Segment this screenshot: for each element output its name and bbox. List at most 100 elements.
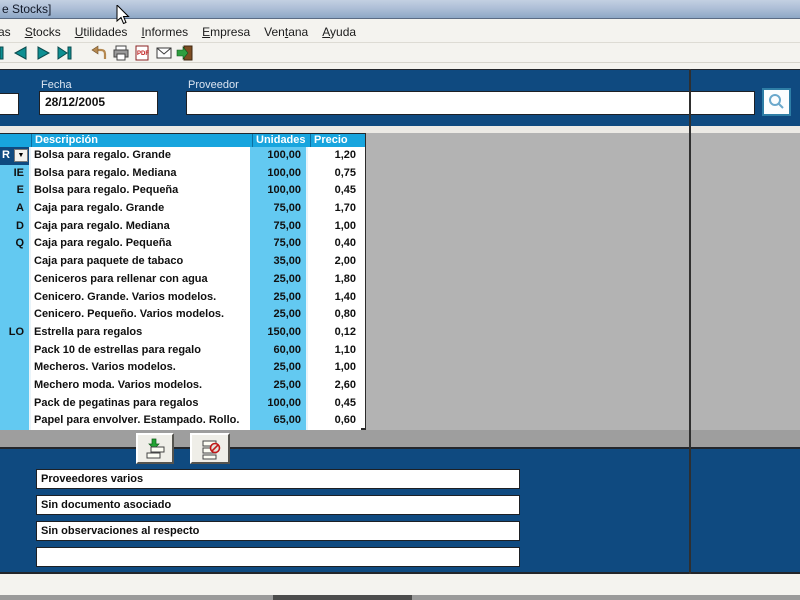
row-code-cell[interactable]: ▼: [0, 270, 31, 289]
row-price-cell[interactable]: 0,75: [308, 164, 361, 183]
row-units-cell[interactable]: 35,00: [250, 253, 308, 271]
row-units-cell[interactable]: 60,00: [250, 341, 308, 360]
table-row[interactable]: ▼ Papel para envolver. Estampado. Rollo.…: [0, 412, 365, 430]
document-number-field[interactable]: [0, 93, 19, 115]
menu-item-ana[interactable]: Ventana: [264, 25, 308, 39]
menu-item-tilidades[interactable]: Utilidades: [75, 25, 128, 39]
row-desc-cell[interactable]: Cenicero. Grande. Varios modelos.: [31, 288, 250, 307]
last-record-icon[interactable]: [56, 45, 74, 61]
grid-header-descripcion[interactable]: Descripción: [31, 134, 252, 147]
previous-record-icon[interactable]: [12, 45, 30, 61]
row-desc-cell[interactable]: Caja para regalo. Pequeña: [31, 235, 250, 254]
row-price-cell[interactable]: 0,80: [308, 306, 361, 324]
row-units-cell[interactable]: 100,00: [250, 164, 308, 183]
menu-item-as[interactable]: as: [0, 25, 11, 39]
row-desc-cell[interactable]: Cenicero. Pequeño. Varios modelos.: [31, 306, 250, 324]
table-row[interactable]: Q ▼ Caja para regalo. Pequeña 75,00 0,40: [0, 235, 365, 254]
table-row[interactable]: R ▼ Bolsa para regalo. Grande 100,00 1,2…: [0, 147, 365, 165]
row-desc-cell[interactable]: Caja para regalo. Mediana: [31, 217, 250, 236]
row-price-cell[interactable]: 2,00: [308, 253, 361, 271]
print-icon[interactable]: [112, 45, 130, 61]
row-code-cell[interactable]: D ▼: [0, 217, 31, 236]
row-code-cell[interactable]: A ▼: [0, 200, 31, 218]
row-price-cell[interactable]: 1,40: [308, 288, 361, 307]
row-code-cell[interactable]: ▼: [0, 394, 31, 413]
row-desc-cell[interactable]: Pack 10 de estrellas para regalo: [31, 341, 250, 360]
table-row[interactable]: ▼ Pack 10 de estrellas para regalo 60,00…: [0, 341, 365, 360]
row-price-cell[interactable]: 1,00: [308, 359, 361, 377]
row-units-cell[interactable]: 25,00: [250, 376, 308, 395]
table-row[interactable]: ▼ Ceniceros para rellenar con agua 25,00…: [0, 270, 365, 289]
row-price-cell[interactable]: 1,70: [308, 200, 361, 218]
row-price-cell[interactable]: 0,45: [308, 182, 361, 201]
row-code-cell[interactable]: ▼: [0, 359, 31, 377]
row-units-cell[interactable]: 75,00: [250, 235, 308, 254]
grid-header-precio[interactable]: Precio: [310, 134, 365, 147]
row-units-cell[interactable]: 150,00: [250, 323, 308, 342]
row-units-cell[interactable]: 100,00: [250, 394, 308, 413]
email-icon[interactable]: [155, 45, 173, 61]
table-row[interactable]: LO ▼ Estrella para regalos 150,00 0,12: [0, 323, 365, 342]
row-code-cell[interactable]: ▼: [0, 376, 31, 395]
row-price-cell[interactable]: 1,20: [308, 147, 361, 165]
row-units-cell[interactable]: 75,00: [250, 217, 308, 236]
pdf-export-icon[interactable]: PDF: [133, 45, 151, 61]
extra-field[interactable]: [36, 547, 520, 567]
row-desc-cell[interactable]: Caja para regalo. Grande: [31, 200, 250, 218]
menu-item-tocks[interactable]: Stocks: [25, 25, 61, 39]
grid-header-code[interactable]: [0, 134, 31, 147]
chevron-down-icon[interactable]: ▼: [14, 149, 28, 162]
row-units-cell[interactable]: 65,00: [250, 412, 308, 430]
table-row[interactable]: IE ▼ Bolsa para regalo. Mediana 100,00 0…: [0, 164, 365, 183]
row-desc-cell[interactable]: Mecheros. Varios modelos.: [31, 359, 250, 377]
fecha-input[interactable]: 28/12/2005: [39, 91, 158, 115]
row-code-cell[interactable]: E ▼: [0, 182, 31, 201]
row-units-cell[interactable]: 25,00: [250, 359, 308, 377]
row-code-cell[interactable]: ▼: [0, 253, 31, 271]
table-row[interactable]: E ▼ Bolsa para regalo. Pequeña 100,00 0,…: [0, 182, 365, 201]
row-desc-cell[interactable]: Caja para paquete de tabaco: [31, 253, 250, 271]
row-desc-cell[interactable]: Pack de pegatinas para regalos: [31, 394, 250, 413]
row-price-cell[interactable]: 0,12: [308, 323, 361, 342]
insert-row-button[interactable]: [136, 433, 174, 464]
row-price-cell[interactable]: 0,60: [308, 412, 361, 430]
table-row[interactable]: ▼ Mechero moda. Varios modelos. 25,00 2,…: [0, 376, 365, 395]
next-record-icon[interactable]: [34, 45, 52, 61]
menu-item-nformes[interactable]: Informes: [141, 25, 188, 39]
proveedor-detail-field[interactable]: Proveedores varios: [36, 469, 520, 489]
row-code-cell[interactable]: R ▼: [0, 147, 31, 165]
row-price-cell[interactable]: 1,10: [308, 341, 361, 360]
row-price-cell[interactable]: 0,40: [308, 235, 361, 254]
row-units-cell[interactable]: 75,00: [250, 200, 308, 218]
table-row[interactable]: ▼ Cenicero. Pequeño. Varios modelos. 25,…: [0, 306, 365, 324]
table-row[interactable]: ▼ Caja para paquete de tabaco 35,00 2,00: [0, 253, 365, 271]
grid-header-unidades[interactable]: Unidades: [252, 134, 310, 147]
row-price-cell[interactable]: 0,45: [308, 394, 361, 413]
row-code-cell[interactable]: LO ▼: [0, 323, 31, 342]
row-desc-cell[interactable]: Papel para envolver. Estampado. Rollo.: [31, 412, 250, 430]
row-desc-cell[interactable]: Mechero moda. Varios modelos.: [31, 376, 250, 395]
row-code-cell[interactable]: ▼: [0, 412, 31, 430]
row-desc-cell[interactable]: Estrella para regalos: [31, 323, 250, 342]
row-units-cell[interactable]: 25,00: [250, 288, 308, 307]
delete-row-button[interactable]: [190, 433, 230, 464]
first-record-icon[interactable]: [0, 45, 10, 61]
row-price-cell[interactable]: 1,00: [308, 217, 361, 236]
table-row[interactable]: A ▼ Caja para regalo. Grande 75,00 1,70: [0, 200, 365, 218]
documento-field[interactable]: Sin documento asociado: [36, 495, 520, 515]
row-desc-cell[interactable]: Bolsa para regalo. Grande: [31, 147, 250, 165]
proveedor-input[interactable]: [186, 91, 755, 115]
table-row[interactable]: ▼ Cenicero. Grande. Varios modelos. 25,0…: [0, 288, 365, 307]
exit-icon[interactable]: [176, 45, 194, 61]
row-units-cell[interactable]: 25,00: [250, 306, 308, 324]
table-row[interactable]: D ▼ Caja para regalo. Mediana 75,00 1,00: [0, 217, 365, 236]
row-code-cell[interactable]: Q ▼: [0, 235, 31, 254]
row-code-cell[interactable]: IE ▼: [0, 164, 31, 183]
menu-item-yuda[interactable]: Ayuda: [322, 25, 356, 39]
row-desc-cell[interactable]: Bolsa para regalo. Pequeña: [31, 182, 250, 201]
menu-item-mpresa[interactable]: Empresa: [202, 25, 250, 39]
row-code-cell[interactable]: ▼: [0, 341, 31, 360]
row-price-cell[interactable]: 1,80: [308, 270, 361, 289]
undo-icon[interactable]: [90, 45, 108, 61]
row-price-cell[interactable]: 2,60: [308, 376, 361, 395]
